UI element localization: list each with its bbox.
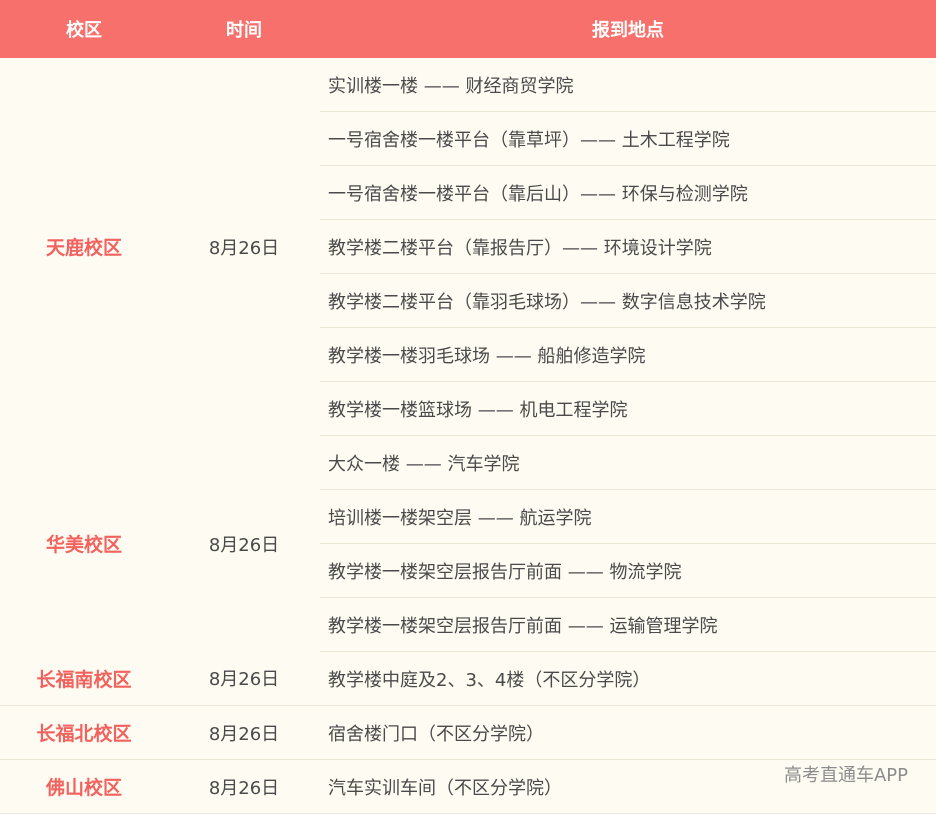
location-cell: 教学楼一楼篮球场 —— 机电工程学院 [320,381,936,436]
date-cell: 8月26日 [208,534,280,556]
campus-cell: 天鹿校区 [45,237,122,260]
header-location: 报到地点 [320,0,936,58]
campus-cell: 长福北校区 [0,705,168,760]
campus-cell: 华美校区 [45,534,122,556]
location-cell: 教学楼一楼架空层报告厅前面 —— 物流学院 [320,543,936,598]
date-cell: 8月26日 [208,237,280,259]
location-cell: 宿舍楼门口（不区分学院） [320,705,936,760]
table-row: 华美校区 8月26日 大众一楼 —— 汽车学院 [0,435,936,556]
header-campus: 校区 [0,0,168,58]
table-row: 长福北校区 8月26日 宿舍楼门口（不区分学院） [0,705,936,760]
campus-cell: 佛山校区 [0,759,168,814]
watermark-text: 高考直通车APP [783,765,908,786]
campus-cell: 长福南校区 [0,651,168,706]
location-cell: 教学楼二楼平台（靠报告厅）—— 环境设计学院 [320,219,936,274]
table-body: 天鹿校区 8月26日 实训楼一楼 —— 财经商贸学院 一号宿舍楼一楼平台（靠草坪）——… [0,58,936,814]
location-cell: 一号宿舍楼一楼平台（靠草坪）—— 土木工程学院 [320,111,936,166]
date-cell: 8月26日 [168,705,320,760]
table-row: 天鹿校区 8月26日 实训楼一楼 —— 财经商贸学院 [0,58,936,259]
location-cell: 一号宿舍楼一楼平台（靠后山）—— 环保与检测学院 [320,165,936,220]
location-cell: 实训楼一楼 —— 财经商贸学院 [320,58,936,112]
report-location-table: 校区 时间 报到地点 天鹿校区 8月26日 实训楼一楼 —— 财经商贸学院 一号宿舍楼… [0,0,936,814]
location-cell: 教学楼二楼平台（靠羽毛球场）—— 数字信息技术学院 [320,273,936,328]
location-cell: 教学楼一楼架空层报告厅前面 —— 运输管理学院 [320,597,936,652]
header-row: 校区 时间 报到地点 [0,0,936,58]
date-cell: 8月26日 [168,759,320,814]
header-time: 时间 [168,0,320,58]
location-cell: 大众一楼 —— 汽车学院 [320,435,936,490]
date-cell: 8月26日 [168,651,320,706]
location-cell: 培训楼一楼架空层 —— 航运学院 [320,489,936,544]
table-row: 长福南校区 8月26日 教学楼中庭及2、3、4楼（不区分学院） [0,651,936,706]
location-cell: 教学楼中庭及2、3、4楼（不区分学院） [320,651,936,706]
table-header: 校区 时间 报到地点 [0,0,936,58]
location-cell: 教学楼一楼羽毛球场 —— 船舶修造学院 [320,327,936,382]
